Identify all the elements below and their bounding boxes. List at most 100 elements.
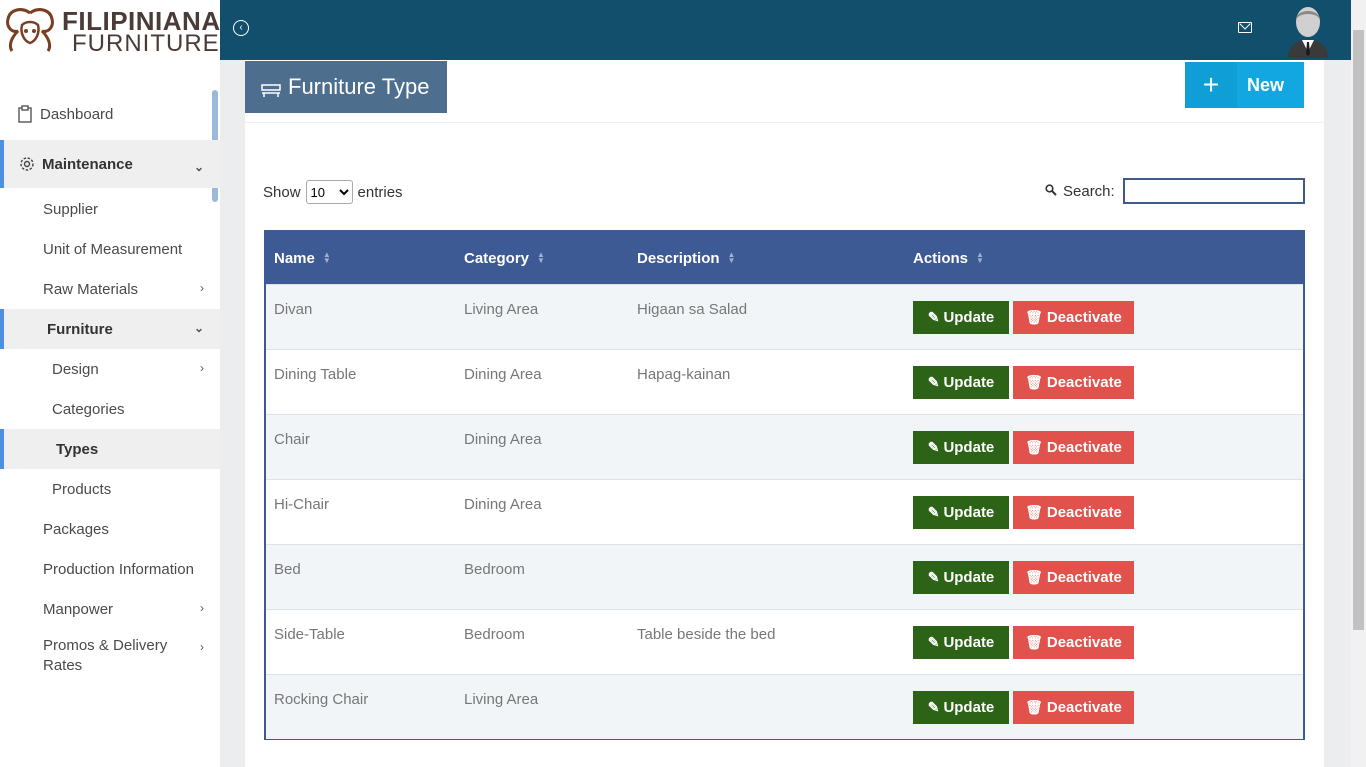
sidebar-item-label: Design <box>52 360 99 378</box>
edit-icon: ✎ <box>927 504 940 520</box>
sidebar-item-unit-of-measurement[interactable]: Unit of Measurement <box>0 229 220 269</box>
update-button[interactable]: ✎ Update <box>913 561 1009 594</box>
cell-category: Living Area <box>464 301 539 318</box>
update-label: Update <box>943 439 995 456</box>
update-label: Update <box>943 699 995 716</box>
collapse-sidebar-icon[interactable]: ‹ <box>233 20 249 36</box>
sidebar-item-label: Rates <box>43 657 83 674</box>
edit-icon: ✎ <box>927 569 940 585</box>
deactivate-button[interactable]: 🗑 Deactivate <box>1013 431 1134 464</box>
update-button[interactable]: ✎ Update <box>913 301 1009 334</box>
deactivate-label: Deactivate <box>1046 309 1122 326</box>
sidebar-item-packages[interactable]: Packages <box>0 509 220 549</box>
mail-icon[interactable] <box>1238 22 1252 33</box>
sidebar-item-production-information[interactable]: Production Information <box>0 549 220 589</box>
sidebar-item-maintenance[interactable]: Maintenance ⌄ <box>0 140 220 188</box>
search-label: Search: <box>1063 182 1115 200</box>
entries-select[interactable]: 10 <box>305 180 353 204</box>
update-label: Update <box>943 374 995 391</box>
chevron-right-icon: › <box>200 281 204 295</box>
sidebar-item-supplier[interactable]: Supplier <box>0 189 220 229</box>
deactivate-label: Deactivate <box>1046 439 1122 456</box>
update-label: Update <box>943 309 995 326</box>
column-header-description[interactable]: Description ▲ ▼ <box>637 232 735 284</box>
deactivate-label: Deactivate <box>1046 699 1122 716</box>
sidebar-item-raw-materials[interactable]: Raw Materials › <box>0 269 220 309</box>
new-button[interactable]: + New <box>1185 62 1304 108</box>
brand-logo[interactable]: FILIPINIANA FURNITURE <box>0 0 220 60</box>
edit-icon: ✎ <box>927 439 940 455</box>
sidebar-item-label: Raw Materials <box>43 280 139 298</box>
cell-name: Dining Table <box>274 366 357 383</box>
cell-name: Chair <box>274 431 310 448</box>
column-header-actions[interactable]: Actions ▲ ▼ <box>913 232 984 284</box>
page-scrollbar-thumb[interactable] <box>1353 30 1364 630</box>
update-label: Update <box>943 504 995 521</box>
update-label: Update <box>943 634 995 651</box>
trash-icon: 🗑 <box>1025 634 1043 650</box>
update-button[interactable]: ✎ Update <box>913 691 1009 724</box>
cell-name: Rocking Chair <box>274 691 369 708</box>
sidebar: FILIPINIANA FURNITURE Dashboard Maintena… <box>0 0 220 767</box>
column-header-name[interactable]: Name ▲ ▼ <box>274 232 331 284</box>
update-button[interactable]: ✎ Update <box>913 366 1009 399</box>
sidebar-item-products[interactable]: Products <box>0 469 220 509</box>
trash-icon: 🗑 <box>1025 439 1043 455</box>
sidebar-item-furniture[interactable]: Furniture ⌄ <box>0 309 220 349</box>
column-header-label: Category <box>464 249 530 267</box>
deactivate-button[interactable]: 🗑 Deactivate <box>1013 626 1134 659</box>
column-header-category[interactable]: Category ▲ ▼ <box>464 232 545 284</box>
furniture-type-table: Name ▲ ▼ Category ▲ ▼ Description ▲ ▼ Actio… <box>264 230 1305 740</box>
deactivate-button[interactable]: 🗑 Deactivate <box>1013 691 1134 724</box>
logo-mark-icon <box>6 8 54 52</box>
deactivate-button[interactable]: 🗑 Deactivate <box>1013 366 1134 399</box>
active-indicator <box>0 429 4 469</box>
active-indicator <box>0 140 4 188</box>
deactivate-button[interactable]: 🗑 Deactivate <box>1013 561 1134 594</box>
update-button[interactable]: ✎ Update <box>913 431 1009 464</box>
sidebar-item-label: Types <box>56 440 99 458</box>
sidebar-item-promos-delivery-rates[interactable]: Promos & Delivery Rates › <box>0 636 220 682</box>
edit-icon: ✎ <box>927 374 940 390</box>
trash-icon: 🗑 <box>1025 699 1043 715</box>
sidebar-item-dashboard[interactable]: Dashboard <box>0 94 220 134</box>
cell-category: Dining Area <box>464 431 542 448</box>
sidebar-item-categories[interactable]: Categories <box>0 389 220 429</box>
sidebar-item-label: Dashboard <box>40 105 114 123</box>
brand-name-line2: FURNITURE <box>72 30 220 57</box>
deactivate-button[interactable]: 🗑 Deactivate <box>1013 496 1134 529</box>
trash-icon: 🗑 <box>1025 569 1043 585</box>
sidebar-item-label: Maintenance <box>42 155 133 173</box>
cell-category: Bedroom <box>464 561 525 578</box>
edit-icon: ✎ <box>927 634 940 650</box>
sort-icon: ▲ ▼ <box>537 250 545 265</box>
entries-label: entries <box>357 183 403 201</box>
table-row: Dining Table Dining Area Hapag-kainan ✎ U… <box>266 349 1303 414</box>
sidebar-item-label: Unit of Measurement <box>43 240 183 258</box>
table-row: Side-Table Bedroom Table beside the bed … <box>266 609 1303 674</box>
sidebar-item-label: Promos & Delivery <box>43 637 168 654</box>
sidebar-item-design[interactable]: Design › <box>0 349 220 389</box>
cell-name: Bed <box>274 561 301 578</box>
search-control: Search: <box>1045 178 1305 204</box>
column-header-label: Actions <box>913 249 969 267</box>
update-button[interactable]: ✎ Update <box>913 626 1009 659</box>
search-input[interactable] <box>1122 178 1305 204</box>
update-button[interactable]: ✎ Update <box>913 496 1009 529</box>
user-avatar[interactable] <box>1286 4 1330 58</box>
sidebar-item-label: Categories <box>52 400 125 418</box>
furniture-type-icon <box>261 79 281 97</box>
page-scrollbar[interactable] <box>1351 0 1366 767</box>
cell-description: Hapag-kainan <box>637 366 731 383</box>
deactivate-button[interactable]: 🗑 Deactivate <box>1013 301 1134 334</box>
sidebar-item-manpower[interactable]: Manpower › <box>0 589 220 629</box>
sort-icon: ▲ ▼ <box>976 250 984 265</box>
top-navbar: ‹ <box>220 0 1351 60</box>
gear-icon <box>18 155 36 173</box>
chevron-down-icon: ⌄ <box>193 321 204 335</box>
chevron-right-icon: › <box>200 640 204 654</box>
sidebar-item-types[interactable]: Types <box>0 429 220 469</box>
trash-icon: 🗑 <box>1025 504 1043 520</box>
edit-icon: ✎ <box>927 699 940 715</box>
clipboard-icon <box>16 105 34 123</box>
